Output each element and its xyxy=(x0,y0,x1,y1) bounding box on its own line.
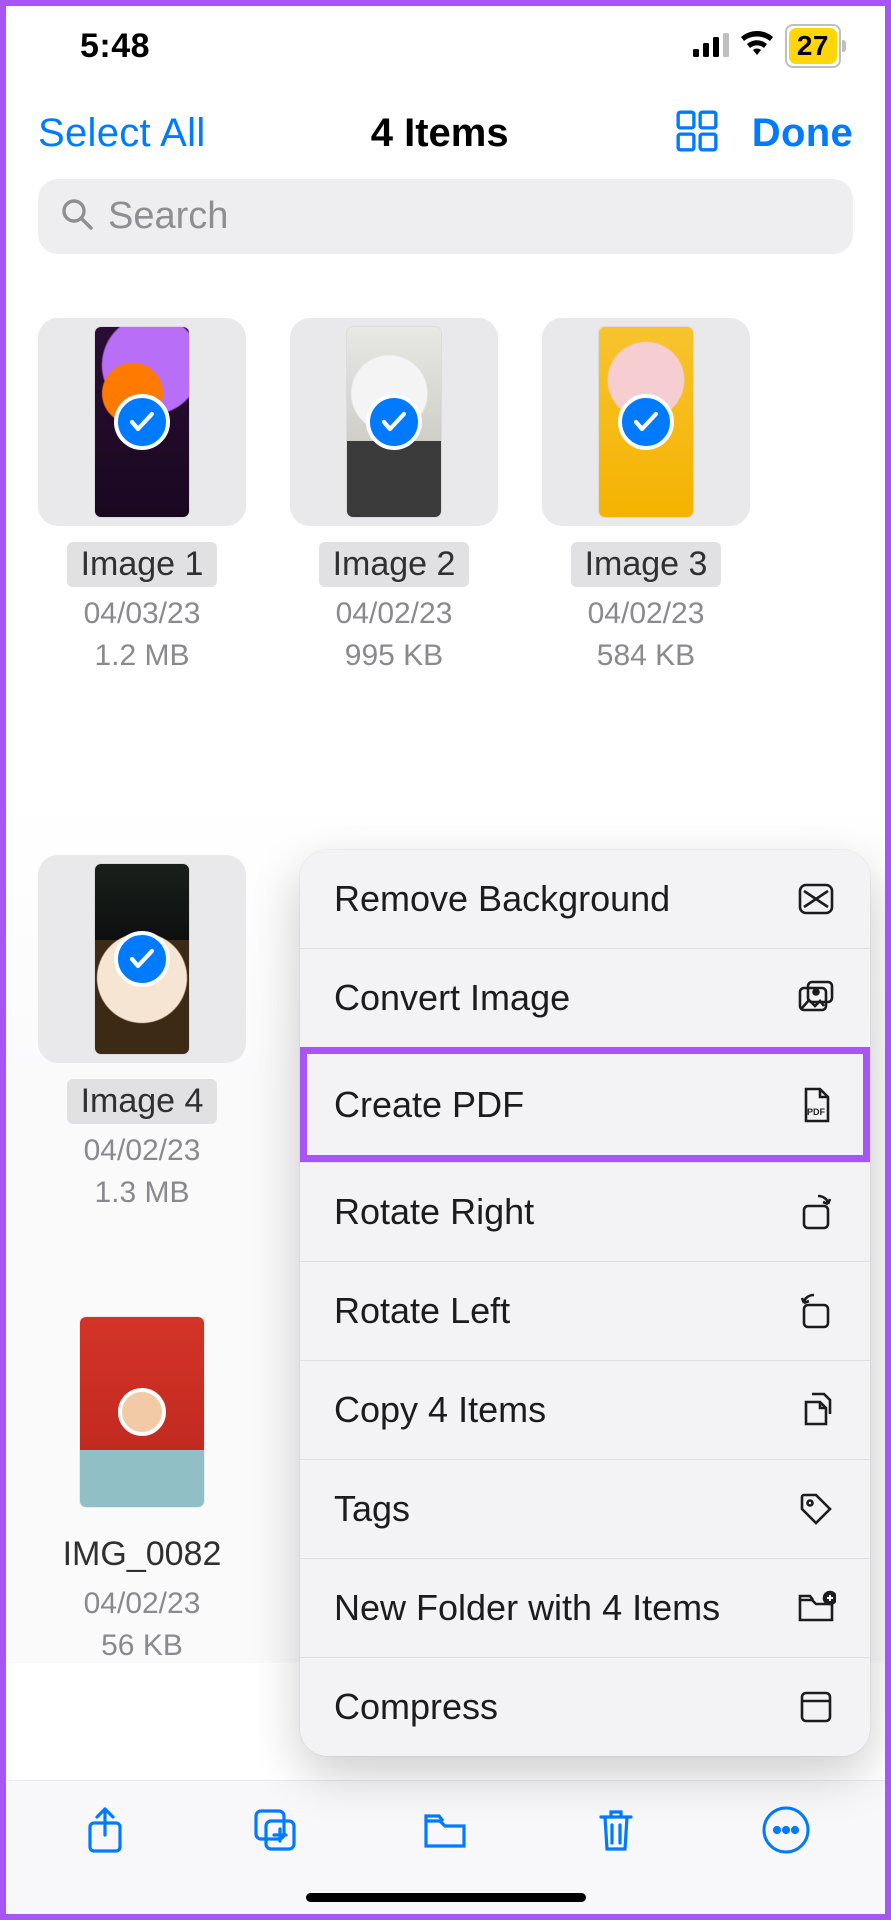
svg-text:PDF: PDF xyxy=(807,1107,826,1117)
cellular-icon xyxy=(693,27,729,66)
menu-remove-background[interactable]: Remove Background xyxy=(300,850,870,948)
file-item[interactable]: Image 2 04/02/23 995 KB xyxy=(290,318,498,673)
wifi-icon xyxy=(739,27,775,66)
file-item[interactable]: Image 1 04/03/23 1.2 MB xyxy=(38,318,246,673)
file-thumbnail[interactable] xyxy=(38,1308,246,1516)
tags-icon xyxy=(796,1489,836,1529)
home-indicator[interactable] xyxy=(306,1893,586,1902)
file-thumbnail[interactable] xyxy=(290,318,498,526)
battery-indicator: 27 xyxy=(785,24,841,68)
menu-label: Rotate Right xyxy=(334,1191,534,1233)
file-date-label: 04/03/23 xyxy=(84,597,201,631)
status-bar: 5:48 27 xyxy=(0,0,891,78)
menu-new-folder[interactable]: New Folder with 4 Items xyxy=(300,1558,870,1657)
file-name-label: Image 4 xyxy=(67,1079,218,1124)
menu-label: Create PDF xyxy=(334,1084,524,1126)
move-button[interactable] xyxy=(420,1805,470,1860)
file-item[interactable]: Image 4 04/02/23 1.3 MB xyxy=(38,855,246,1210)
duplicate-button[interactable] xyxy=(250,1805,300,1860)
menu-rotate-left[interactable]: Rotate Left xyxy=(300,1261,870,1360)
navigation-bar: Select All 4 Items Done xyxy=(0,78,891,173)
file-size-label: 584 KB xyxy=(597,639,695,673)
file-size-label: 56 KB xyxy=(101,1629,183,1663)
search-input[interactable] xyxy=(108,195,831,238)
select-all-button[interactable]: Select All xyxy=(38,111,206,156)
status-time: 5:48 xyxy=(80,27,150,66)
menu-label: Copy 4 Items xyxy=(334,1389,546,1431)
share-button[interactable] xyxy=(80,1805,130,1860)
file-name-label: IMG_0082 xyxy=(63,1532,222,1577)
file-date-label: 04/02/23 xyxy=(84,1587,201,1621)
context-menu: Remove Background Convert Image Create P… xyxy=(300,850,870,1756)
search-icon xyxy=(60,197,94,236)
search-field[interactable] xyxy=(38,179,853,254)
copy-icon xyxy=(796,1390,836,1430)
rotate-left-icon xyxy=(796,1291,836,1331)
file-item[interactable]: IMG_0082 04/02/23 56 KB xyxy=(38,1308,246,1663)
menu-compress[interactable]: Compress xyxy=(300,1657,870,1756)
page-title: 4 Items xyxy=(371,111,509,156)
file-size-label: 1.2 MB xyxy=(94,639,189,673)
done-button[interactable]: Done xyxy=(752,111,853,156)
more-button[interactable] xyxy=(761,1805,811,1860)
selection-check-icon xyxy=(114,931,170,987)
selection-check-icon xyxy=(114,394,170,450)
file-date-label: 04/02/23 xyxy=(84,1134,201,1168)
file-date-label: 04/02/23 xyxy=(588,597,705,631)
menu-label: Compress xyxy=(334,1686,498,1728)
selection-check-icon xyxy=(366,394,422,450)
menu-tags[interactable]: Tags xyxy=(300,1459,870,1558)
file-size-label: 995 KB xyxy=(345,639,443,673)
pdf-icon: PDF xyxy=(796,1085,836,1125)
menu-label: Convert Image xyxy=(334,977,570,1019)
battery-percent: 27 xyxy=(789,28,837,64)
file-thumbnail[interactable] xyxy=(38,855,246,1063)
file-name-label: Image 1 xyxy=(67,542,218,587)
selection-check-icon xyxy=(618,394,674,450)
rotate-right-icon xyxy=(796,1192,836,1232)
menu-label: Tags xyxy=(334,1488,410,1530)
menu-convert-image[interactable]: Convert Image xyxy=(300,948,870,1047)
menu-label: New Folder with 4 Items xyxy=(334,1587,720,1629)
menu-label: Remove Background xyxy=(334,878,670,920)
new-folder-icon xyxy=(796,1588,836,1628)
menu-rotate-right[interactable]: Rotate Right xyxy=(300,1162,870,1261)
file-thumbnail[interactable] xyxy=(38,318,246,526)
bottom-toolbar xyxy=(0,1780,891,1920)
menu-copy-items[interactable]: Copy 4 Items xyxy=(300,1360,870,1459)
compress-icon xyxy=(796,1687,836,1727)
menu-create-pdf[interactable]: Create PDF PDF xyxy=(300,1047,870,1162)
remove-bg-icon xyxy=(796,879,836,919)
file-item[interactable]: Image 3 04/02/23 584 KB xyxy=(542,318,750,673)
file-thumbnail[interactable] xyxy=(542,318,750,526)
convert-image-icon xyxy=(796,978,836,1018)
file-date-label: 04/02/23 xyxy=(336,597,453,631)
file-size-label: 1.3 MB xyxy=(94,1176,189,1210)
selection-ring-icon xyxy=(118,1388,166,1436)
delete-button[interactable] xyxy=(591,1805,641,1860)
file-name-label: Image 2 xyxy=(319,542,470,587)
menu-label: Rotate Left xyxy=(334,1290,510,1332)
file-name-label: Image 3 xyxy=(571,542,722,587)
view-grid-icon[interactable] xyxy=(674,108,720,159)
